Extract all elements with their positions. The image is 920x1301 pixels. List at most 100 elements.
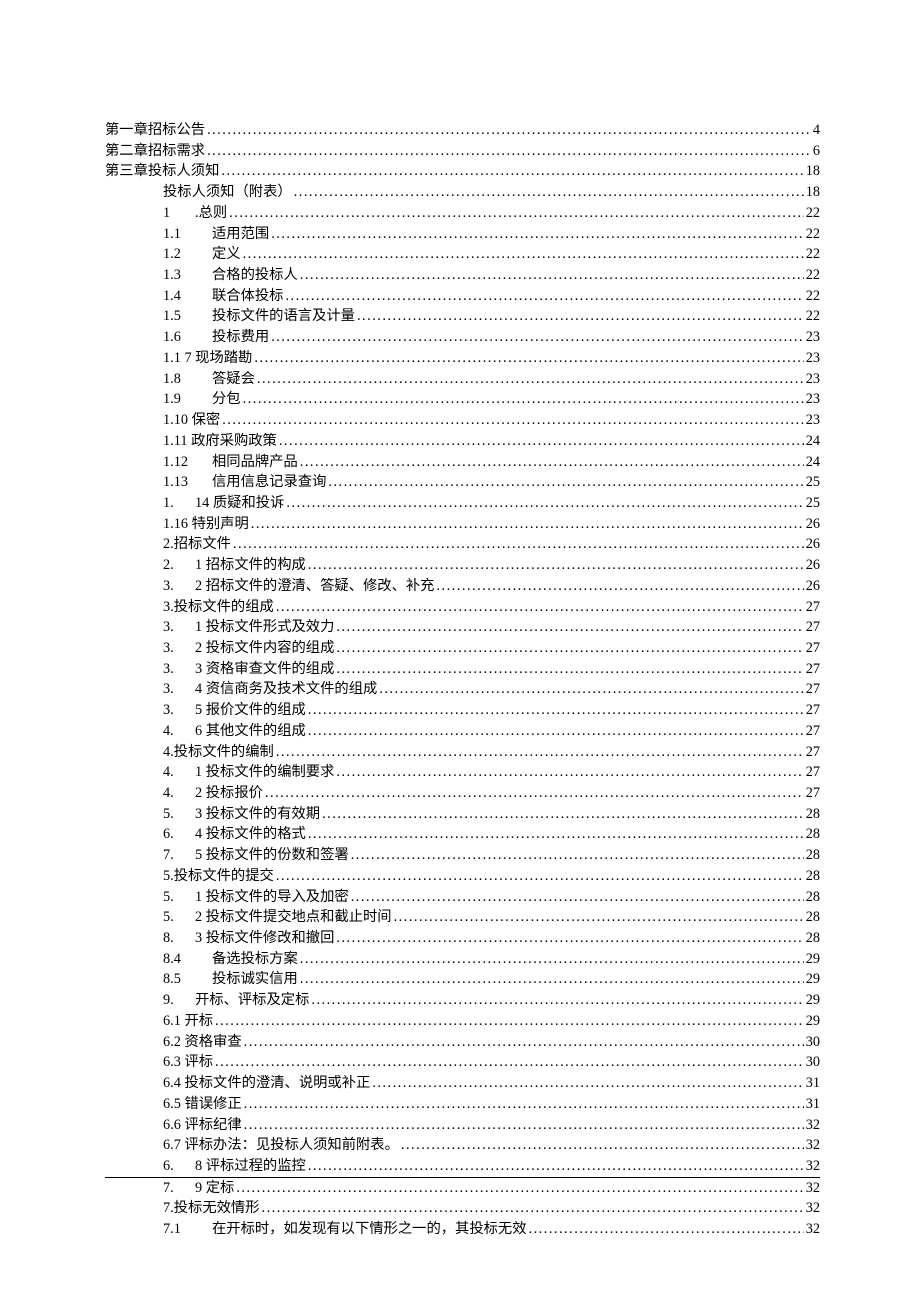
toc-page-number: 22 [806,203,820,224]
toc-row: 2.1 招标文件的构成26 [105,555,820,576]
toc-page-number: 30 [806,1032,820,1053]
toc-leader-dots [336,617,803,638]
toc-row: 3.4 资信商务及技术文件的组成27 [105,679,820,700]
toc-number: 3. [163,700,195,721]
toc-leader-dots [336,762,803,783]
toc-number: 7. [163,1178,195,1199]
toc-row: 7.1在开标时，如发现有以下情形之一的，其投标无效32 [105,1219,820,1240]
toc-title: 相同品牌产品 [212,452,298,473]
toc-leader-dots [207,141,811,162]
toc-number: 1.6 [163,327,212,348]
toc-title: 3 投标文件的有效期 [195,804,320,825]
toc-row: 3.2 投标文件内容的组成27 [105,638,820,659]
toc-number: 1.16 特别声明 [163,514,249,535]
toc-number: 4. [163,762,195,783]
toc-leader-dots [300,265,804,286]
toc-number: 1.9 [163,389,212,410]
toc-leader-dots [300,452,804,473]
toc-row: 3.5 报价文件的组成 27 [105,700,820,721]
toc-title: 2 投标文件内容的组成 [195,638,334,659]
toc-number: 6.2 资格审查 [163,1032,242,1053]
toc-page-number: 27 [806,783,820,804]
toc-row: 4.1 投标文件的编制要求27 [105,762,820,783]
toc-leader-dots [236,1178,803,1199]
toc-number: 8. [163,928,195,949]
toc-page-number: 28 [806,907,820,928]
toc-title: 4 资信商务及技术文件的组成 [195,679,377,700]
toc-title: 备选投标方案 [212,949,298,970]
toc-title: 投标人须知（附表） [163,182,292,203]
toc-page-number: 27 [806,659,820,680]
toc-leader-dots [215,1052,804,1073]
toc-page-number: 30 [806,1052,820,1073]
toc-number: 2.招标文件 [163,534,231,555]
toc-number: 3.投标文件的组成 [163,597,274,618]
toc-page-number: 24 [806,452,820,473]
toc-leader-dots [271,224,804,245]
toc-row: 1.11 政府采购政策24 [105,431,820,452]
toc-page-number: 27 [806,597,820,618]
toc-title: 答疑会 [212,369,255,390]
toc-page-number: 27 [806,617,820,638]
toc-row: 1.1 7 现场踏勘23 [105,348,820,369]
toc-page-number: 4 [813,120,820,141]
toc-leader-dots [207,120,811,141]
toc-row: 1.1适用范围22 [105,224,820,245]
toc-leader-dots [244,1094,804,1115]
toc-page-number: 29 [806,949,820,970]
toc-row: 1.2定义22 [105,244,820,265]
toc-number: 6.7 评标办法：见投标人须知前附表。 [163,1135,399,1156]
toc-number: 6.5 错误修正 [163,1094,242,1115]
toc-page-number: 28 [806,928,820,949]
toc-number: 1.4 [163,286,212,307]
toc-row: 3.2 招标文件的澄清、答疑、修改、补充26 [105,576,820,597]
toc-leader-dots [322,804,804,825]
toc-number: 3. [163,679,195,700]
toc-leader-dots [308,824,804,845]
toc-page-number: 24 [806,431,820,452]
toc-page-number: 26 [806,514,820,535]
toc-page-number: 23 [806,327,820,348]
toc-number: 1.1 [163,224,212,245]
toc-number: 3. [163,576,195,597]
toc-row: 4.投标文件的编制 27 [105,742,820,763]
toc-title: 1 投标文件形式及效力 [195,617,334,638]
toc-page-number: 28 [806,866,820,887]
toc-row: 1.13 信用信息记录查询25 [105,472,820,493]
toc-number: 3. [163,617,195,638]
toc-page-number: 28 [806,887,820,908]
toc-number: 1.13 [163,472,212,493]
toc-page-number: 23 [806,389,820,410]
toc-title: 5 报价文件的组成 [195,700,306,721]
toc-row: 3.3 资格审查文件的组成27 [105,659,820,680]
toc-row: 6.4 投标文件的澄清、说明或补正31 [105,1073,820,1094]
toc-row: 5.投标文件的提交 28 [105,866,820,887]
toc-title: 1 投标文件的编制要求 [195,762,334,783]
toc-number: 1.1 7 现场踏勘 [163,348,252,369]
toc-title: 9 定标 [195,1178,234,1199]
toc-title: 开标、评标及定标 [195,990,309,1011]
toc-page-number: 27 [806,742,820,763]
toc-page-number: 26 [806,534,820,555]
toc-leader-dots [243,389,804,410]
toc-row: 6.2 资格审查 30 [105,1032,820,1053]
toc-row: 1.12 相同品牌产品24 [105,452,820,473]
toc-row: 5.3 投标文件的有效期28 [105,804,820,825]
toc-leader-dots [300,969,804,990]
toc-number: 6.6 评标纪律 [163,1115,242,1136]
toc-page-number: 25 [806,472,820,493]
toc-page-number: 25 [806,493,820,514]
toc-title: 2 招标文件的澄清、答疑、修改、补充 [195,576,434,597]
toc-leader-dots [308,721,804,742]
toc-page-number: 18 [806,161,820,182]
toc-row: 第一章招标公告4 [105,120,820,141]
toc-page-number: 22 [806,306,820,327]
toc-page-number: 27 [806,700,820,721]
toc-number: 1.5 [163,306,212,327]
toc-number: 3. [163,659,195,680]
toc-leader-dots [300,949,804,970]
toc-leader-dots [279,431,804,452]
toc-number: 5. [163,804,195,825]
toc-leader-dots [357,306,804,327]
toc-page-number: 28 [806,845,820,866]
